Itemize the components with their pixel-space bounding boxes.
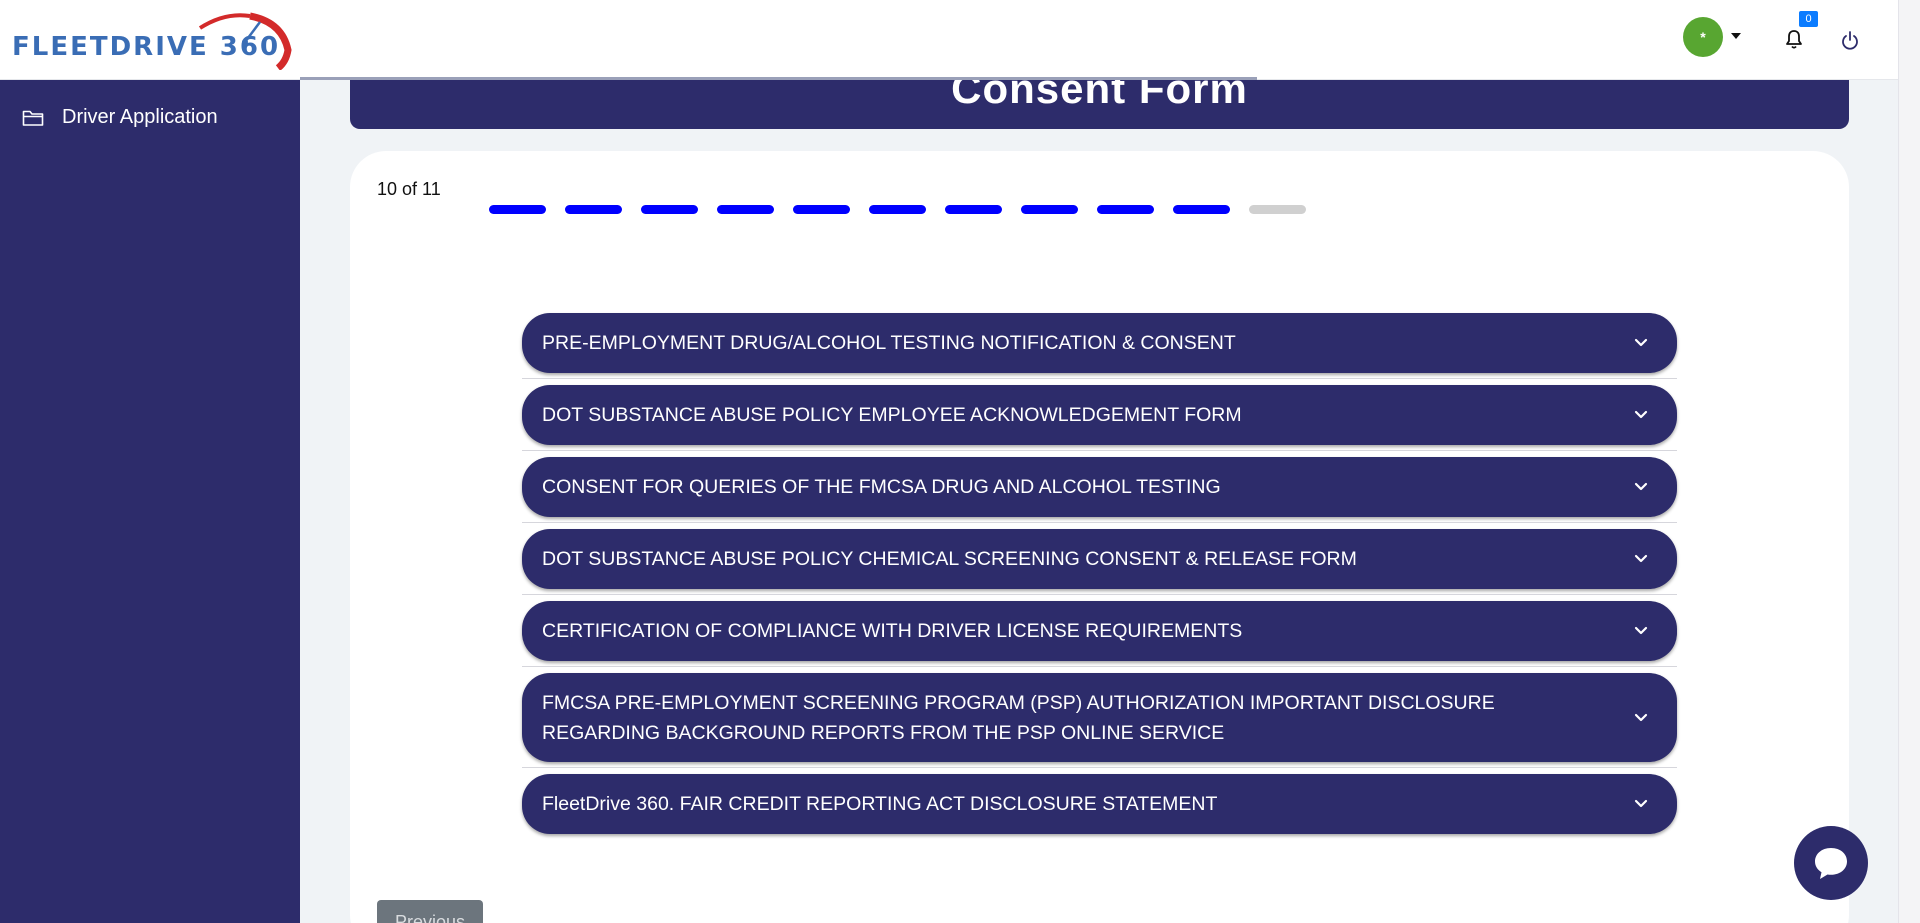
chevron-down-icon xyxy=(1634,482,1648,491)
progress-step xyxy=(793,205,850,214)
chevron-down-icon xyxy=(1634,410,1648,419)
step-counter: 10 of 11 xyxy=(377,179,441,199)
folder-icon xyxy=(22,110,44,126)
accordion-divider xyxy=(522,517,1677,529)
progress-step xyxy=(945,205,1002,214)
progress-step xyxy=(1097,205,1154,214)
accordion-divider xyxy=(522,589,1677,601)
progress-step xyxy=(641,205,698,214)
form-card: 10 of 11 PRE-EMPLOYMENT DRUG/ALCOHOL TES… xyxy=(350,151,1849,923)
previous-button[interactable]: Previous xyxy=(377,900,483,923)
accordion-item-chemical-screening-consent[interactable]: DOT SUBSTANCE ABUSE POLICY CHEMICAL SCRE… xyxy=(522,529,1677,589)
accordion-item-drug-alcohol-testing[interactable]: PRE-EMPLOYMENT DRUG/ALCOHOL TESTING NOTI… xyxy=(522,313,1677,373)
accordion-item-title: DOT SUBSTANCE ABUSE POLICY CHEMICAL SCRE… xyxy=(542,548,1357,570)
progress-step-pending xyxy=(1249,205,1306,214)
accordion-divider xyxy=(522,661,1677,673)
chevron-down-icon xyxy=(1634,554,1648,563)
chevron-down-icon xyxy=(1634,799,1648,808)
notification-bell-icon[interactable] xyxy=(1782,28,1806,52)
logout-power-icon[interactable] xyxy=(1840,30,1860,52)
chevron-down-icon xyxy=(1634,713,1648,721)
accordion-item-fcra-disclosure[interactable]: FleetDrive 360. FAIR CREDIT REPORTING AC… xyxy=(522,774,1677,834)
accordion-item-title: DOT SUBSTANCE ABUSE POLICY EMPLOYEE ACKN… xyxy=(542,404,1242,426)
progress-step xyxy=(489,205,546,214)
chat-bubble-icon xyxy=(1815,848,1847,879)
accordion-item-license-compliance[interactable]: CERTIFICATION OF COMPLIANCE WITH DRIVER … xyxy=(522,601,1677,661)
avatar-initial: * xyxy=(1700,29,1706,45)
notification-count-badge: 0 xyxy=(1799,11,1818,27)
accordion-item-title: FleetDrive 360. FAIR CREDIT REPORTING AC… xyxy=(542,793,1218,815)
accordion-divider xyxy=(522,762,1677,774)
progress-step xyxy=(869,205,926,214)
accordion-item-title: CERTIFICATION OF COMPLIANCE WITH DRIVER … xyxy=(542,620,1243,642)
user-avatar[interactable]: * xyxy=(1683,17,1723,57)
chat-widget-button[interactable] xyxy=(1794,826,1868,900)
progress-step xyxy=(717,205,774,214)
consent-accordion: PRE-EMPLOYMENT DRUG/ALCOHOL TESTING NOTI… xyxy=(522,313,1677,834)
sidebar-item-driver-application[interactable]: Driver Application xyxy=(22,106,218,129)
accordion-item-psp-authorization[interactable]: FMCSA PRE-EMPLOYMENT SCREENING PROGRAM (… xyxy=(522,673,1677,762)
accordion-item-title: FMCSA PRE-EMPLOYMENT SCREENING PROGRAM (… xyxy=(542,691,1495,744)
chevron-down-icon xyxy=(1634,626,1648,635)
accordion-item-fmcsa-queries-consent[interactable]: CONSENT FOR QUERIES OF THE FMCSA DRUG AN… xyxy=(522,457,1677,517)
progress-step xyxy=(1021,205,1078,214)
progress-step xyxy=(1173,205,1230,214)
chevron-down-icon xyxy=(1634,338,1648,347)
accordion-item-title: PRE-EMPLOYMENT DRUG/ALCOHOL TESTING NOTI… xyxy=(542,332,1236,354)
accordion-item-title: CONSENT FOR QUERIES OF THE FMCSA DRUG AN… xyxy=(542,476,1221,498)
accordion-divider xyxy=(522,373,1677,385)
accordion-item-employee-acknowledgement[interactable]: DOT SUBSTANCE ABUSE POLICY EMPLOYEE ACKN… xyxy=(522,385,1677,445)
sidebar-item-label: Driver Application xyxy=(62,106,218,128)
user-menu-caret-icon[interactable] xyxy=(1731,33,1741,39)
progress-step xyxy=(565,205,622,214)
logo-wordmark: FLEETDRIVE 360 xyxy=(12,32,281,62)
fleetdrive-logo[interactable]: FLEETDRIVE 360 xyxy=(10,10,295,70)
top-navbar: FLEETDRIVE 360 * 0 xyxy=(0,0,1898,80)
vertical-scrollbar[interactable] xyxy=(1898,0,1920,923)
sidebar: Driver Application xyxy=(0,80,300,923)
progress-steps xyxy=(489,205,1306,214)
page-scroll-indicator xyxy=(300,77,1257,80)
accordion-divider xyxy=(522,445,1677,457)
